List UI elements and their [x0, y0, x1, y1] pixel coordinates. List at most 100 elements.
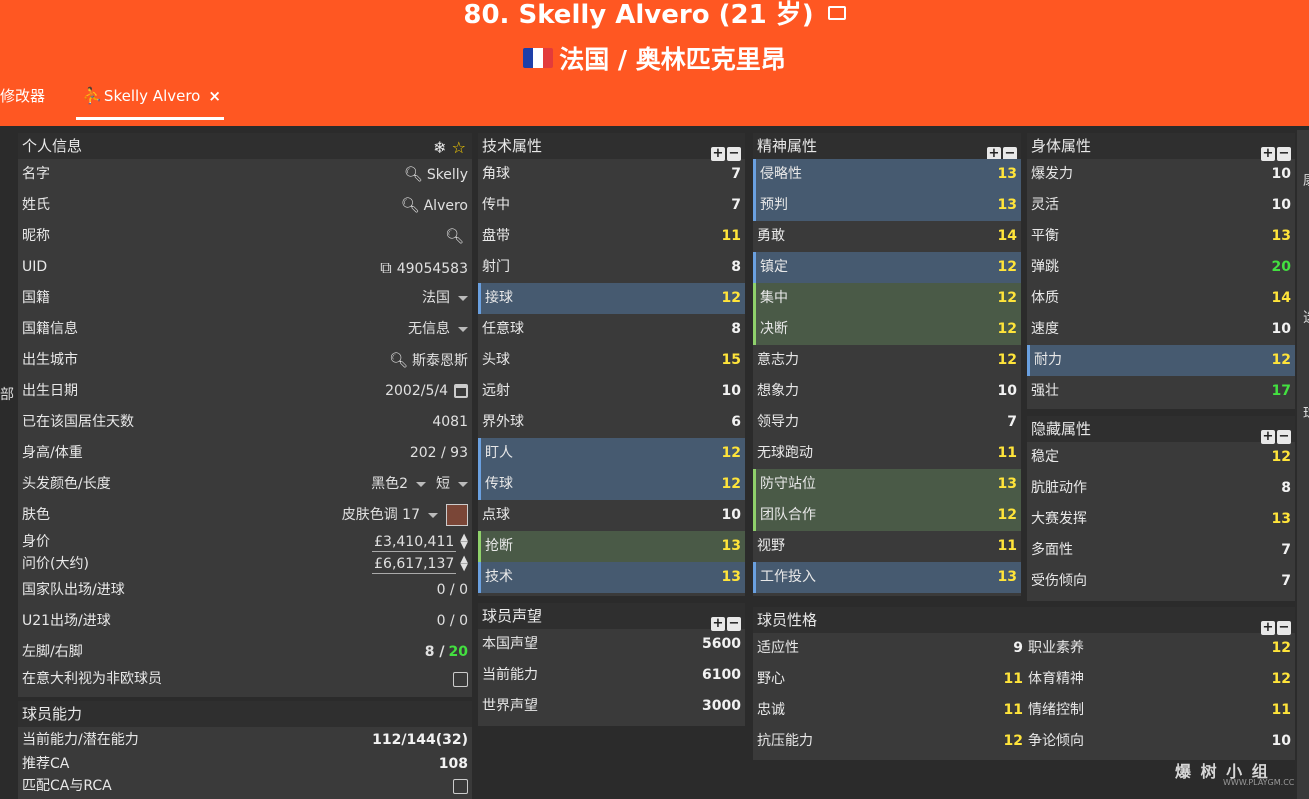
attribute-row[interactable]: 抢断 13 [478, 531, 745, 562]
attribute-value[interactable]: 12 [998, 500, 1017, 531]
attribute-value[interactable]: 12 [998, 283, 1017, 314]
reputation-value[interactable]: 6100 [702, 660, 741, 691]
attribute-row[interactable]: 接球 12 [478, 283, 745, 314]
info-value-2[interactable]: 短 [436, 476, 450, 492]
info-value[interactable]: £6,617,137 [372, 555, 457, 574]
attribute-value[interactable]: 8 [731, 314, 741, 345]
attribute-value[interactable]: 14 [1272, 283, 1291, 314]
attribute-row[interactable]: 技术 13 [478, 562, 745, 593]
attribute-row[interactable]: 射门 8 [478, 252, 745, 283]
attribute-row[interactable]: 预判 13 [753, 190, 1021, 221]
attribute-value[interactable]: 12 [722, 469, 741, 500]
attribute-value[interactable]: 12 [1272, 345, 1291, 376]
info-value[interactable]: Alvero [424, 198, 468, 214]
attribute-value[interactable]: 10 [1272, 190, 1291, 221]
info-value[interactable]: 49054583 [397, 261, 468, 277]
attribute-value[interactable]: 11 [722, 221, 741, 252]
reputation-row[interactable]: 当前能力 6100 [478, 660, 745, 691]
attribute-row[interactable]: 耐力 12 [1027, 345, 1295, 376]
tab-editor[interactable]: 修改器 [0, 80, 45, 120]
spinner-icon[interactable]: ▲ ▼ [460, 533, 468, 551]
info-value[interactable]: 无信息 [408, 321, 450, 337]
attribute-value[interactable]: 20 [1272, 252, 1291, 283]
attribute-value[interactable]: 10 [722, 376, 741, 407]
attribute-value[interactable]: 12 [998, 345, 1017, 376]
personality-value[interactable]: 10 [1272, 726, 1291, 757]
attribute-row[interactable]: 多面性 7 [1027, 535, 1295, 566]
info-value[interactable]: 202 / 93 [410, 445, 468, 461]
personality-value[interactable]: 11 [1272, 695, 1291, 726]
reputation-value[interactable]: 5600 [702, 629, 741, 660]
attribute-value[interactable]: 7 [1007, 407, 1017, 438]
attribute-value[interactable]: 7 [1281, 535, 1291, 566]
attribute-row[interactable]: 弹跳 20 [1027, 252, 1295, 283]
attribute-row[interactable]: 点球 10 [478, 500, 745, 531]
attribute-value[interactable]: 7 [731, 159, 741, 190]
personality-value[interactable]: 9 [1013, 633, 1023, 664]
attribute-row[interactable]: 大赛发挥 13 [1027, 504, 1295, 535]
attribute-value[interactable]: 7 [1281, 566, 1291, 597]
search-icon[interactable]: 🔍︎ [389, 351, 408, 369]
attribute-row[interactable]: 集中 12 [753, 283, 1021, 314]
attribute-row[interactable]: 防守站位 13 [753, 469, 1021, 500]
attribute-value[interactable]: 15 [722, 345, 741, 376]
attribute-row[interactable]: 头球 15 [478, 345, 745, 376]
attribute-value[interactable]: 12 [998, 252, 1017, 283]
personality-value[interactable]: 12 [1272, 633, 1291, 664]
reputation-row[interactable]: 世界声望 3000 [478, 691, 745, 722]
attribute-row[interactable]: 稳定 12 [1027, 442, 1295, 473]
attribute-row[interactable]: 盯人 12 [478, 438, 745, 469]
checkbox[interactable] [453, 778, 468, 794]
info-value[interactable]: 8 / [425, 644, 445, 660]
attribute-value[interactable]: 6 [731, 407, 741, 438]
attribute-row[interactable]: 决断 12 [753, 314, 1021, 345]
attribute-row[interactable]: 勇敢 14 [753, 221, 1021, 252]
attribute-row[interactable]: 视野 11 [753, 531, 1021, 562]
attribute-row[interactable]: 工作投入 13 [753, 562, 1021, 593]
snowflake-icon[interactable]: ❄ [433, 138, 446, 157]
info-value[interactable]: £3,410,411 [372, 533, 457, 552]
attribute-value[interactable]: 8 [1281, 473, 1291, 504]
checkbox[interactable] [453, 671, 468, 687]
attribute-value[interactable]: 13 [722, 562, 741, 593]
dropdown-arrow-icon[interactable] [458, 295, 468, 301]
info-value[interactable]: 2002/5/4 [385, 383, 448, 399]
attribute-value[interactable]: 13 [998, 469, 1017, 500]
ability-value[interactable]: 108 [439, 756, 468, 772]
reputation-row[interactable]: 本国声望 5600 [478, 629, 745, 660]
dropdown-arrow-icon[interactable] [428, 512, 438, 518]
copy-window-icon[interactable] [827, 6, 846, 20]
info-value[interactable]: Skelly [427, 167, 468, 183]
attribute-value[interactable]: 8 [731, 252, 741, 283]
info-value[interactable]: 法国 [422, 290, 450, 306]
attribute-row[interactable]: 意志力 12 [753, 345, 1021, 376]
attribute-row[interactable]: 体质 14 [1027, 283, 1295, 314]
skin-color-swatch[interactable] [446, 504, 468, 526]
search-icon[interactable]: 🔍︎ [401, 196, 420, 214]
attribute-row[interactable]: 团队合作 12 [753, 500, 1021, 531]
search-icon[interactable]: 🔍︎ [445, 227, 464, 245]
spinner-icon[interactable]: ▲ ▼ [460, 555, 468, 573]
info-value[interactable]: 0 / 0 [437, 582, 468, 598]
dropdown-arrow-icon[interactable] [458, 326, 468, 332]
attribute-value[interactable]: 12 [722, 283, 741, 314]
info-value[interactable]: 4081 [432, 414, 468, 430]
info-value-2[interactable]: 20 [449, 644, 468, 660]
attribute-value[interactable]: 11 [998, 438, 1017, 469]
attribute-row[interactable]: 界外球 6 [478, 407, 745, 438]
copy-icon[interactable]: ⧉ [380, 258, 397, 277]
attribute-row[interactable]: 盘带 11 [478, 221, 745, 252]
attribute-value[interactable]: 13 [722, 531, 741, 562]
close-tab-icon[interactable]: × [208, 87, 221, 105]
attribute-value[interactable]: 10 [1272, 314, 1291, 345]
attribute-row[interactable]: 肮脏动作 8 [1027, 473, 1295, 504]
personality-value[interactable]: 11 [1004, 664, 1023, 695]
attribute-value[interactable]: 12 [1272, 442, 1291, 473]
dropdown-arrow-icon[interactable] [458, 481, 468, 487]
tab-player[interactable]: ⛹ Skelly Alvero × [76, 80, 224, 120]
search-icon[interactable]: 🔍︎ [404, 165, 423, 183]
star-icon[interactable]: ☆ [452, 138, 466, 157]
info-value[interactable]: 黑色2 [371, 476, 408, 492]
attribute-value[interactable]: 7 [731, 190, 741, 221]
attribute-row[interactable]: 远射 10 [478, 376, 745, 407]
